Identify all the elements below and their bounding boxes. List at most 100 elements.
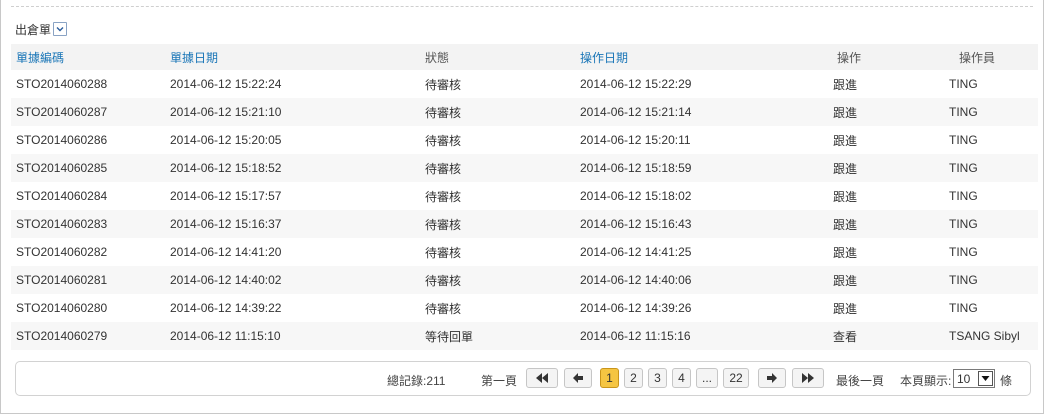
cell-status: 待審核 xyxy=(425,77,462,92)
cell-action[interactable]: 跟進 xyxy=(813,294,937,322)
arrow-right-icon[interactable] xyxy=(758,368,786,388)
cell-op-date: 2014-06-12 14:40:06 xyxy=(580,273,692,287)
page-button-4[interactable]: 4 xyxy=(672,368,691,388)
cell-op-date: 2014-06-12 15:21:14 xyxy=(580,105,692,119)
cell-operator: TING xyxy=(949,301,978,315)
chevron-down-icon[interactable] xyxy=(53,22,68,36)
header-doc-no[interactable]: 單據編碼 xyxy=(11,44,166,70)
table-row[interactable]: STO2014060283 2014-06-12 15:16:37 待審核 2014-… xyxy=(11,210,1038,238)
per-page-select[interactable]: 10 xyxy=(953,369,995,388)
cell-status: 待審核 xyxy=(425,217,462,232)
cell-op-date: 2014-06-12 15:20:11 xyxy=(580,133,691,147)
cell-action[interactable]: 跟進 xyxy=(813,154,937,182)
pagination-bar: 總記錄:211 第一頁 1 2 3 4 ... 22 最後一頁 本頁顯示: 10… xyxy=(15,361,1031,396)
cell-action[interactable]: 跟進 xyxy=(813,266,937,294)
cell-doc-date: 2014-06-12 11:15:10 xyxy=(170,329,281,343)
cell-status: 待審核 xyxy=(425,273,462,288)
cell-status: 待審核 xyxy=(425,105,462,120)
cell-doc-date: 2014-06-12 15:17:57 xyxy=(170,189,282,203)
cell-status: 待審核 xyxy=(425,133,462,148)
cell-operator: TING xyxy=(949,161,978,175)
last-page-link[interactable]: 最後一頁 xyxy=(836,372,884,389)
cell-action[interactable]: 跟進 xyxy=(813,126,937,154)
cell-op-date: 2014-06-12 11:15:16 xyxy=(580,329,691,343)
cell-status: 待審核 xyxy=(425,161,462,176)
cell-doc-no[interactable]: STO2014060283 xyxy=(11,210,166,238)
cell-op-date: 2014-06-12 15:16:43 xyxy=(580,217,692,231)
table-row[interactable]: STO2014060280 2014-06-12 14:39:22 待審核 2014-… xyxy=(11,294,1038,322)
cell-doc-no[interactable]: STO2014060285 xyxy=(11,154,166,182)
doc-type-filter: 出倉單 xyxy=(15,20,68,38)
first-page-link[interactable]: 第一頁 xyxy=(481,372,517,389)
doc-type-label: 出倉單 xyxy=(15,22,52,37)
cell-doc-date: 2014-06-12 15:21:10 xyxy=(170,105,282,119)
cell-operator: TING xyxy=(949,77,978,91)
cell-op-date: 2014-06-12 15:18:02 xyxy=(580,189,692,203)
cell-doc-no[interactable]: STO2014060280 xyxy=(11,294,166,322)
cell-doc-no[interactable]: STO2014060282 xyxy=(11,238,166,266)
cell-doc-date: 2014-06-12 15:16:37 xyxy=(170,217,282,231)
cell-operator: TING xyxy=(949,245,978,259)
cell-action[interactable]: 查看 xyxy=(813,322,937,350)
cell-op-date: 2014-06-12 15:22:29 xyxy=(580,77,692,91)
header-operator-label: 操作員 xyxy=(959,50,996,65)
page-button-22[interactable]: 22 xyxy=(723,368,749,388)
cell-action[interactable]: 跟進 xyxy=(813,238,937,266)
table-row[interactable]: STO2014060284 2014-06-12 15:17:57 待審核 2014-… xyxy=(11,182,1038,210)
chevron-down-icon[interactable] xyxy=(978,371,993,386)
cell-action[interactable]: 跟進 xyxy=(813,70,937,98)
cell-doc-date: 2014-06-12 15:20:05 xyxy=(170,133,282,147)
cell-doc-date: 2014-06-12 15:18:52 xyxy=(170,161,282,175)
cell-operator: TSANG Sibyl xyxy=(949,329,1020,343)
arrow-left-icon[interactable] xyxy=(564,368,592,388)
cell-action[interactable]: 跟進 xyxy=(813,210,937,238)
table-row[interactable]: STO2014060279 2014-06-12 11:15:10 等待回單 2014… xyxy=(11,322,1038,350)
double-arrow-left-icon[interactable] xyxy=(526,368,558,388)
table-row[interactable]: STO2014060286 2014-06-12 15:20:05 待審核 2014-… xyxy=(11,126,1038,154)
header-op-date[interactable]: 操作日期 xyxy=(576,44,813,70)
table-row[interactable]: STO2014060281 2014-06-12 14:40:02 待審核 2014-… xyxy=(11,266,1038,294)
cell-doc-no[interactable]: STO2014060284 xyxy=(11,182,166,210)
table-row[interactable]: STO2014060287 2014-06-12 15:21:10 待審核 2014-… xyxy=(11,98,1038,126)
cell-doc-date: 2014-06-12 14:39:22 xyxy=(170,301,282,315)
header-operator: 操作員 xyxy=(937,44,1038,70)
cell-status: 待審核 xyxy=(425,301,462,316)
page-ellipsis: ... xyxy=(696,368,718,388)
cell-doc-date: 2014-06-12 14:41:20 xyxy=(170,245,282,259)
cell-op-date: 2014-06-12 14:41:25 xyxy=(580,245,692,259)
header-doc-date[interactable]: 單據日期 xyxy=(166,44,421,70)
page-button-3[interactable]: 3 xyxy=(648,368,667,388)
table-row[interactable]: STO2014060288 2014-06-12 15:22:24 待審核 2014-… xyxy=(11,70,1038,98)
cell-operator: TING xyxy=(949,273,978,287)
cell-doc-no[interactable]: STO2014060286 xyxy=(11,126,166,154)
cell-action[interactable]: 跟進 xyxy=(813,182,937,210)
header-action-label: 操作 xyxy=(837,50,862,65)
cell-doc-no[interactable]: STO2014060281 xyxy=(11,266,166,294)
cell-operator: TING xyxy=(949,189,978,203)
cell-status: 待審核 xyxy=(425,189,462,204)
table-header-row: 單據編碼 單據日期 狀態 操作日期 操作 操作員 xyxy=(11,44,1038,70)
page-button-2[interactable]: 2 xyxy=(624,368,643,388)
cell-doc-no[interactable]: STO2014060279 xyxy=(11,322,166,350)
cell-doc-date: 2014-06-12 14:40:02 xyxy=(170,273,282,287)
cell-op-date: 2014-06-12 15:18:59 xyxy=(580,161,692,175)
table-row[interactable]: STO2014060282 2014-06-12 14:41:20 待審核 2014-… xyxy=(11,238,1038,266)
cell-operator: TING xyxy=(949,217,978,231)
cell-doc-no[interactable]: STO2014060288 xyxy=(11,70,166,98)
cell-status: 待審核 xyxy=(425,245,462,260)
per-page-label: 本頁顯示: xyxy=(900,374,952,388)
table-row[interactable]: STO2014060285 2014-06-12 15:18:52 待審核 2014-… xyxy=(11,154,1038,182)
total-records: 總記錄:211 xyxy=(387,374,446,388)
cell-status: 等待回單 xyxy=(425,329,474,344)
header-status: 狀態 xyxy=(425,50,450,65)
top-divider xyxy=(11,6,1033,7)
cell-doc-date: 2014-06-12 15:22:24 xyxy=(170,77,282,91)
per-page-unit: 條 xyxy=(1000,374,1013,388)
header-action: 操作 xyxy=(813,44,937,70)
cell-operator: TING xyxy=(949,105,978,119)
page-button-1[interactable]: 1 xyxy=(600,368,619,388)
cell-doc-no[interactable]: STO2014060287 xyxy=(11,98,166,126)
cell-op-date: 2014-06-12 14:39:26 xyxy=(580,301,692,315)
double-arrow-right-icon[interactable] xyxy=(792,368,824,388)
cell-action[interactable]: 跟進 xyxy=(813,98,937,126)
